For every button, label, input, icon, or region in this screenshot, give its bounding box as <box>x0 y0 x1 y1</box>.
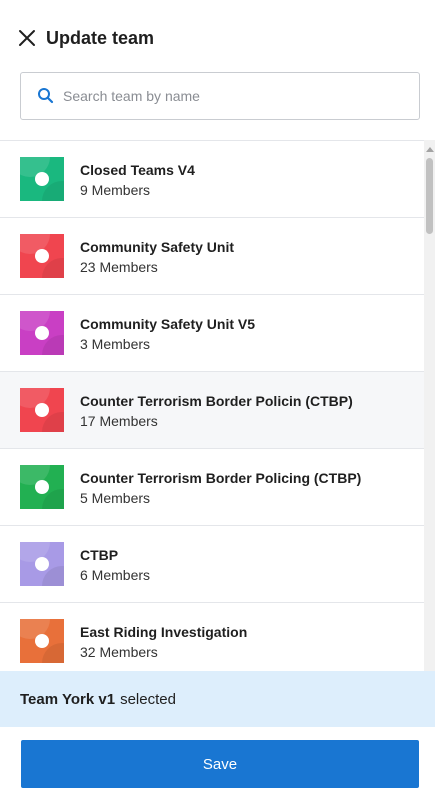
team-member-count: 17 Members <box>80 413 158 429</box>
team-avatar-icon <box>20 234 64 278</box>
list-item[interactable]: Community Safety Unit V5 3 Members <box>0 295 424 372</box>
team-avatar-icon <box>20 465 64 509</box>
search-box[interactable] <box>20 72 420 120</box>
scrollbar-thumb[interactable] <box>426 158 433 234</box>
team-member-count: 6 Members <box>80 567 151 583</box>
scroll-up-arrow-icon[interactable] <box>426 147 434 152</box>
list-scrollbar[interactable] <box>424 140 435 671</box>
team-member-count: 23 Members <box>80 259 158 275</box>
team-member-count: 3 Members <box>80 336 151 352</box>
team-member-count: 9 Members <box>80 182 151 198</box>
update-team-panel: Update team Closed Teams V4 9 Members Comm… <box>0 0 435 797</box>
team-name: East Riding Investigation <box>80 624 248 640</box>
list-item[interactable]: Closed Teams V4 9 Members <box>0 141 424 218</box>
team-avatar-icon <box>20 542 64 586</box>
team-name: Counter Terrorism Border Policing (CTBP) <box>80 470 362 486</box>
list-item[interactable]: Counter Terrorism Border Policin (CTBP) 1… <box>0 372 424 449</box>
team-avatar-icon <box>20 619 64 663</box>
team-avatar-icon <box>20 388 64 432</box>
team-name: Closed Teams V4 <box>80 162 195 178</box>
selected-team-name: Team York v1 <box>20 690 116 708</box>
list-item[interactable]: Community Safety Unit 23 Members <box>0 218 424 295</box>
header: Update team <box>0 0 435 72</box>
team-name: Community Safety Unit <box>80 239 235 255</box>
page-title: Update team <box>46 28 155 48</box>
close-icon[interactable] <box>16 27 38 49</box>
list-item[interactable]: East Riding Investigation 32 Members <box>0 603 424 671</box>
team-avatar-icon <box>20 311 64 355</box>
team-avatar-icon <box>20 157 64 201</box>
search-icon <box>37 87 55 105</box>
list-item[interactable]: CTBP 6 Members <box>0 526 424 603</box>
team-member-count: 5 Members <box>80 490 151 506</box>
team-name: Community Safety Unit V5 <box>80 316 256 332</box>
save-button[interactable]: Save <box>21 740 419 788</box>
team-member-count: 32 Members <box>80 644 158 660</box>
selection-status-bar: Team York v1 selected <box>0 671 435 727</box>
search-input[interactable] <box>63 73 413 119</box>
footer: Save <box>0 727 435 797</box>
team-name: CTBP <box>80 547 119 563</box>
team-name: Counter Terrorism Border Policin (CTBP) <box>80 393 353 409</box>
list-item[interactable]: Counter Terrorism Border Policing (CTBP)… <box>0 449 424 526</box>
selected-suffix: selected <box>120 690 176 708</box>
team-list: Closed Teams V4 9 Members Community Safety… <box>0 140 435 671</box>
